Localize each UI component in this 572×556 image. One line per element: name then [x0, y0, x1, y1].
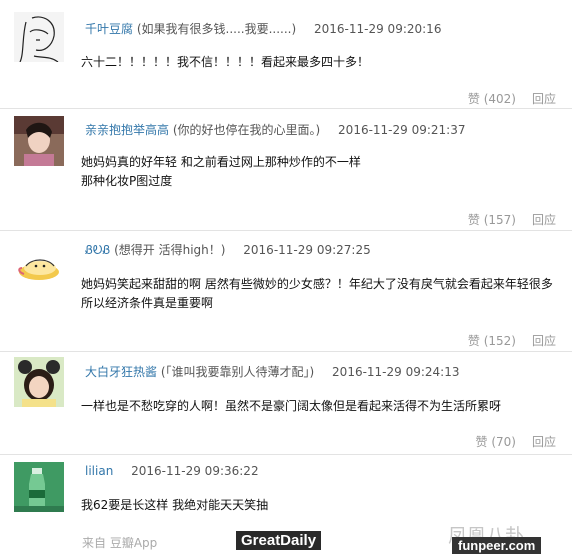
- reply-button[interactable]: 回应: [532, 213, 556, 227]
- comment-meta: lilian 2016-11-29 09:36:22: [85, 464, 259, 478]
- comment-actions: 赞 (70) 回应: [476, 433, 556, 450]
- timestamp: 2016-11-29 09:21:37: [338, 123, 466, 137]
- timestamp: 2016-11-29 09:20:16: [314, 22, 442, 36]
- avatar[interactable]: [14, 116, 64, 166]
- like-button[interactable]: 赞 (157): [468, 213, 516, 227]
- source-app-label: 来自 豆瓣App: [82, 536, 158, 550]
- user-signature: (「谁叫我要靠别人待薄才配」): [160, 365, 315, 379]
- timestamp: 2016-11-29 09:36:22: [131, 464, 259, 478]
- reply-button[interactable]: 回应: [532, 435, 556, 449]
- avatar[interactable]: [14, 12, 64, 62]
- comment-item: ᏰᎧᏰ (想得开 活得high！) 2016-11-29 09:27:25 她妈…: [0, 230, 572, 354]
- username-link[interactable]: 大白牙狂热酱: [85, 365, 157, 379]
- comment-meta: ᏰᎧᏰ (想得开 活得high！) 2016-11-29 09:27:25: [85, 241, 371, 258]
- comment-meta: 亲亲抱抱举高高 (你的好也停在我的心里面。) 2016-11-29 09:21:…: [85, 121, 466, 138]
- watermark-site: funpeer.com: [452, 537, 542, 554]
- timestamp: 2016-11-29 09:27:25: [243, 243, 371, 257]
- watermark-greatdaily: GreatDaily: [236, 531, 322, 550]
- comment-item: 亲亲抱抱举高高 (你的好也停在我的心里面。) 2016-11-29 09:21:…: [0, 108, 572, 232]
- username-link[interactable]: ᏰᎧᏰ: [85, 243, 110, 257]
- comment-text: 一样也是不愁吃穿的人啊！虽然不是豪门阔太像但是看起来活得不为生活所累呀: [81, 399, 502, 413]
- user-signature: (想得开 活得high！): [114, 243, 226, 257]
- avatar[interactable]: [14, 240, 64, 290]
- avatar[interactable]: [14, 357, 64, 407]
- comment-text: 她妈妈笑起来甜甜的啊 居然有些微妙的少女感？！年纪大了没有戾气就会看起来年轻很多…: [81, 277, 553, 310]
- user-signature: (你的好也停在我的心里面。): [172, 123, 321, 137]
- like-button[interactable]: 赞 (402): [468, 92, 516, 106]
- like-button[interactable]: 赞 (152): [468, 334, 516, 348]
- comment-actions: 赞 (152) 回应: [468, 332, 556, 349]
- user-signature: (如果我有很多钱.....我要......): [136, 22, 297, 36]
- timestamp: 2016-11-29 09:24:13: [332, 365, 460, 379]
- comment-item: 千叶豆腐 (如果我有很多钱.....我要......) 2016-11-29 0…: [0, 0, 572, 112]
- comment-text: 六十二！！！！！我不信！！！！看起来最多四十多！: [81, 55, 370, 69]
- reply-button[interactable]: 回应: [532, 334, 556, 348]
- comment-text: 她妈妈真的好年轻 和之前看过网上那种炒作的不一样 那种化妆P图过度: [81, 155, 361, 188]
- comment-text: 我62要是长这样 我绝对能天天笑抽: [81, 498, 269, 512]
- comment-actions: 赞 (157) 回应: [468, 211, 556, 228]
- username-link[interactable]: lilian: [85, 464, 113, 478]
- username-link[interactable]: 亲亲抱抱举高高: [85, 123, 169, 137]
- comment-meta: 大白牙狂热酱 (「谁叫我要靠别人待薄才配」) 2016-11-29 09:24:…: [85, 363, 460, 380]
- comment-actions: 赞 (402) 回应: [468, 90, 556, 107]
- comment-item: 大白牙狂热酱 (「谁叫我要靠别人待薄才配」) 2016-11-29 09:24:…: [0, 351, 572, 455]
- comment-meta: 千叶豆腐 (如果我有很多钱.....我要......) 2016-11-29 0…: [85, 20, 441, 37]
- reply-button[interactable]: 回应: [532, 92, 556, 106]
- avatar[interactable]: [14, 462, 64, 512]
- like-button[interactable]: 赞 (70): [476, 435, 516, 449]
- username-link[interactable]: 千叶豆腐: [85, 22, 133, 36]
